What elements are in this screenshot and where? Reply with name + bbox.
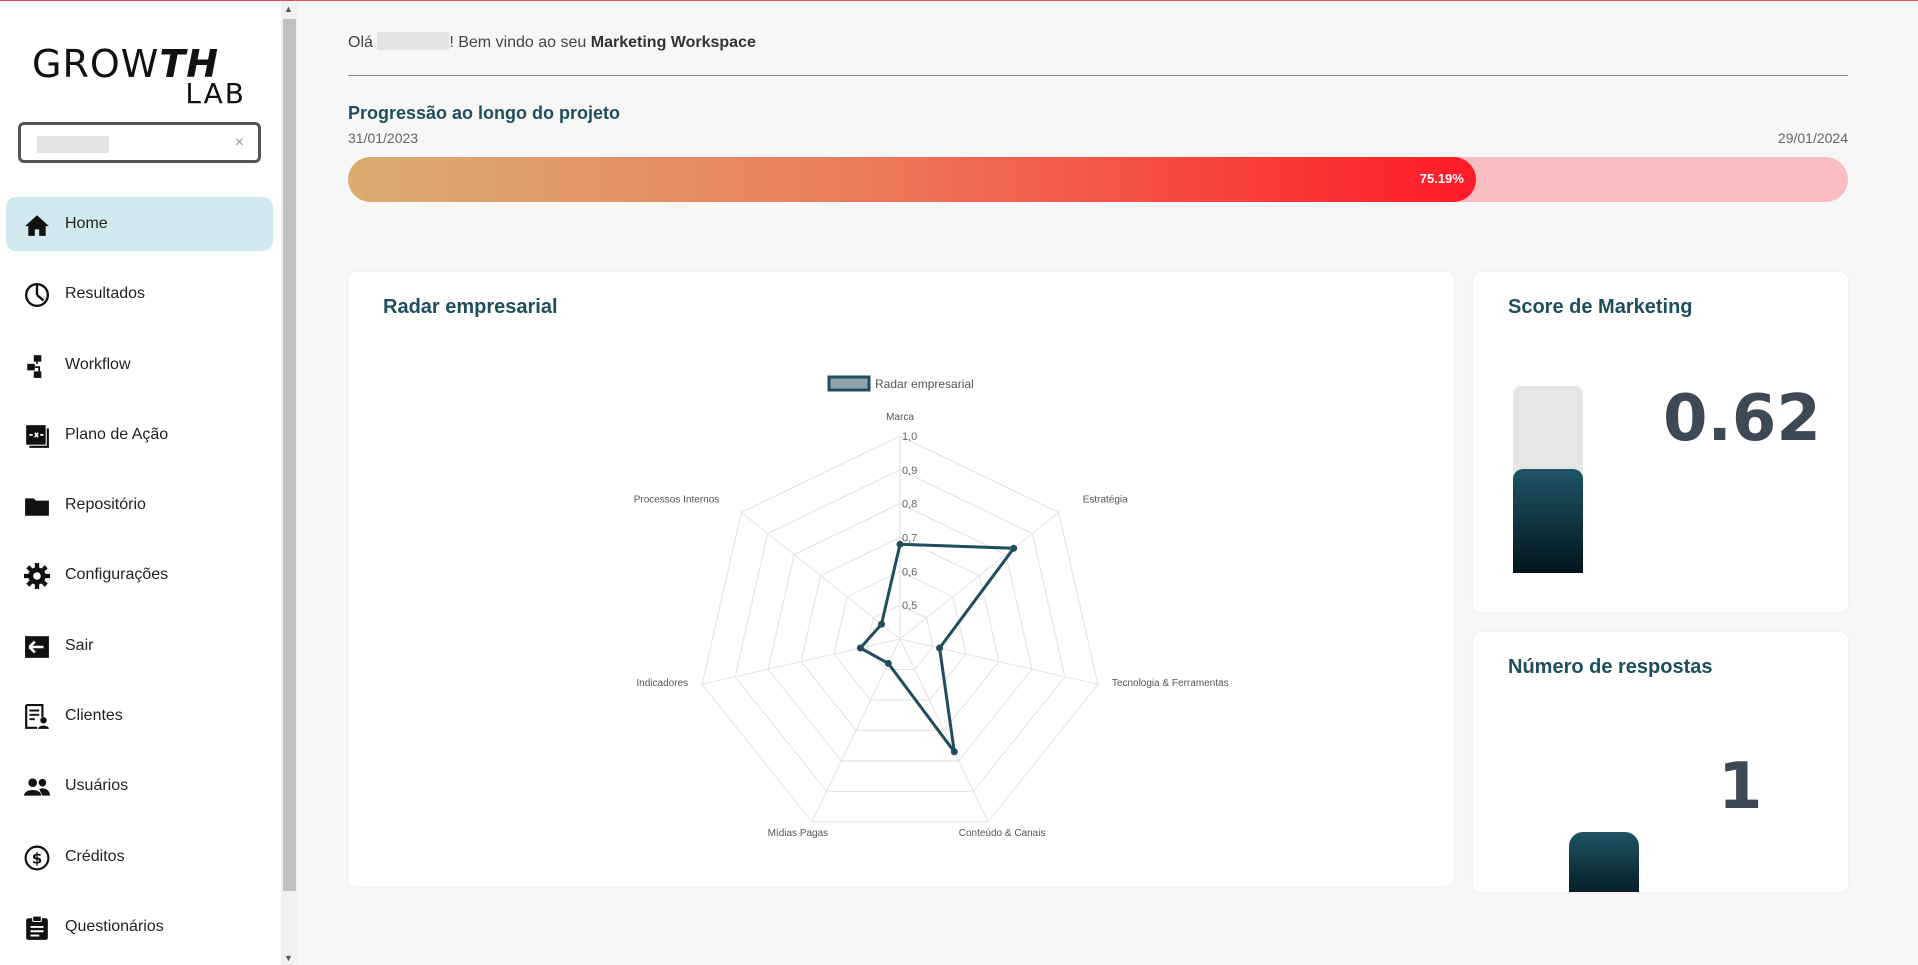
welcome-message: Olá ! Bem vindo ao seu Marketing Workspa… — [348, 32, 756, 52]
score-value: 0.62 — [1663, 382, 1821, 456]
project-progress-bar: 75.19% — [348, 157, 1848, 202]
sidebar-item-label: Home — [65, 215, 108, 232]
sidebar-item-label: Resultados — [65, 285, 146, 303]
radar-data-point — [856, 644, 864, 652]
radar-data-point — [896, 540, 904, 548]
sidebar-item-questionarios[interactable]: Questionários — [6, 900, 273, 954]
logout-icon — [25, 635, 49, 658]
responses-card-title: Número de respostas — [1508, 656, 1713, 678]
radar-category-label: Marca — [886, 412, 914, 423]
responses-bar — [1569, 832, 1639, 892]
radar-legend-label: Radar empresarial — [875, 377, 974, 391]
radar-category-label: Mídias Pagas — [768, 828, 829, 839]
sidebar-item-label: Usuários — [65, 777, 129, 795]
radar-tick-label: 0,8 — [902, 499, 917, 511]
radar-legend-swatch — [827, 375, 871, 392]
users-icon — [24, 778, 50, 797]
svg-text:$: $ — [32, 849, 43, 867]
client-select-value — [37, 136, 109, 153]
sidebar-item-label: Workflow — [65, 355, 131, 373]
responses-value: 1 — [1718, 750, 1763, 824]
radar-spoke — [701, 638, 901, 685]
sidebar-item-label: Configurações — [65, 566, 169, 584]
redacted-username — [377, 32, 450, 50]
radar-category-label: Estratégia — [1083, 494, 1128, 505]
sidebar-nav: Home Resultados Workflow Plano de Ação R… — [6, 197, 273, 965]
score-gauge-fill — [1513, 469, 1583, 573]
radar-tick-label: 0,6 — [902, 566, 917, 578]
greeting-suffix: ! Bem vindo ao seu — [449, 34, 591, 51]
sidebar-item-creditos[interactable]: $ Créditos — [6, 830, 273, 884]
dollar-icon: $ — [24, 845, 50, 871]
radar-category-label: Processos Internos — [634, 494, 720, 505]
clear-icon[interactable]: × — [235, 134, 244, 152]
folder-icon — [25, 498, 49, 516]
home-icon — [25, 215, 49, 236]
responses-card: Número de respostas 1 — [1473, 632, 1848, 892]
sidebar-item-label: Plano de Ação — [65, 425, 169, 443]
sidebar-item-resultados[interactable]: Resultados — [6, 267, 273, 321]
sidebar-item-usuarios[interactable]: Usuários — [6, 759, 273, 813]
progress-end-date: 29/01/2024 — [1777, 130, 1848, 146]
radar-data-point — [1010, 544, 1018, 552]
clients-icon — [25, 704, 49, 729]
radar-category-label: Indicadores — [636, 678, 688, 689]
progress-start-date: 31/01/2023 — [348, 130, 419, 146]
clipboard-icon — [26, 915, 48, 940]
growth-lab-logo[interactable]: GROWTH LAB — [32, 42, 250, 109]
action-plan-icon — [26, 425, 49, 448]
sidebar-item-clientes[interactable]: Clientes — [6, 689, 273, 743]
radar-chart: 0,5 0,6 0,7 0,8 0,9 1,0 Marca Estratégia Tecnolo… — [634, 375, 1229, 839]
sidebar-item-label: Questionários — [65, 917, 164, 935]
sidebar-item-workflow[interactable]: Workflow — [6, 338, 273, 392]
workspace-name: Marketing Workspace — [590, 34, 756, 51]
divider — [348, 75, 1848, 76]
sidebar-item-plano-de-acao[interactable]: Plano de Ação — [6, 408, 273, 462]
radar-data-point — [950, 748, 958, 756]
scrollbar-thumb[interactable] — [283, 19, 296, 891]
sidebar: GROWTH LAB × Home Resultados Workflow Pl… — [0, 1, 281, 965]
sidebar-item-label: Clientes — [65, 707, 123, 725]
marketing-score-card: Score de Marketing 0.62 — [1473, 272, 1848, 612]
radar-category-label: Conteúdo & Canais — [959, 828, 1046, 839]
gear-icon — [24, 563, 50, 590]
sidebar-scrollbar[interactable]: ▲ ▼ — [281, 1, 298, 965]
sidebar-item-sair[interactable]: Sair — [6, 619, 273, 673]
radar-tick-label: 0,9 — [902, 465, 917, 477]
logo-text-lab: LAB — [185, 77, 246, 110]
sidebar-item-label: Repositório — [65, 496, 146, 514]
client-select[interactable]: × — [18, 122, 261, 163]
scroll-up-arrow-icon[interactable]: ▲ — [284, 4, 293, 14]
progress-value: 75.19% — [1419, 171, 1464, 186]
radar-spoke — [740, 512, 901, 640]
progress-title: Progressão ao longo do projeto — [348, 103, 621, 123]
radar-category-label: Tecnologia & Ferramentas — [1112, 678, 1229, 689]
progress-fill: 75.19% — [348, 157, 1476, 202]
scroll-down-arrow-icon[interactable]: ▼ — [284, 953, 293, 963]
greeting-prefix: Olá — [348, 34, 378, 51]
sidebar-item-repositorio[interactable]: Repositório — [6, 478, 273, 532]
radar-tick-label: 0,5 — [902, 600, 917, 612]
workflow-icon — [27, 354, 42, 378]
radar-spoke — [899, 638, 1099, 685]
radar-card: Radar empresarial 0,5 0,6 0,7 0,8 0,9 1,0 Marc… — [348, 272, 1454, 886]
pie-chart-icon — [24, 283, 50, 308]
logo-text-a: GROW — [32, 42, 160, 86]
sidebar-item-configuracoes[interactable]: Configurações — [6, 548, 273, 602]
radar-data-point — [936, 644, 944, 652]
radar-tick-label: 1,0 — [902, 431, 917, 443]
score-card-title: Score de Marketing — [1508, 296, 1693, 318]
radar-data-point — [878, 620, 885, 628]
radar-spoke — [899, 512, 1060, 640]
sidebar-item-home[interactable]: Home — [6, 197, 273, 251]
sidebar-item-label: Sair — [65, 636, 94, 654]
radar-tick-label: 0,7 — [902, 533, 917, 545]
sidebar-item-label: Créditos — [65, 847, 125, 865]
radar-data-point — [884, 659, 892, 667]
